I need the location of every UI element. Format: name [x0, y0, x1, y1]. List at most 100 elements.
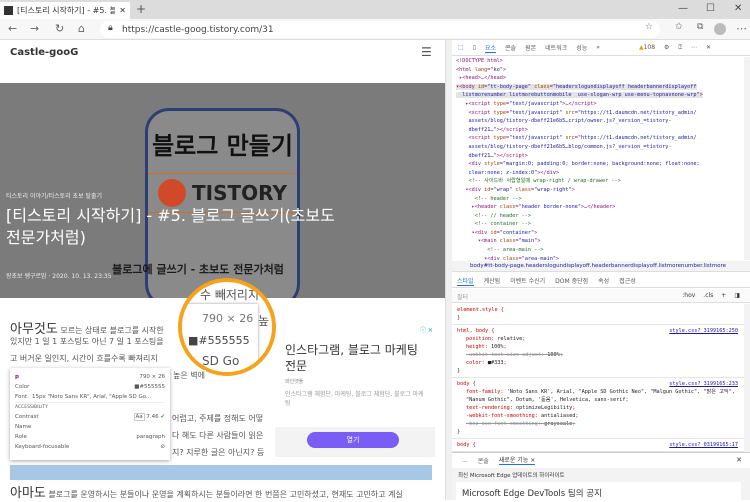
- property-name: font-family: [466, 389, 501, 395]
- inspect-icon[interactable]: ⬚: [458, 44, 464, 51]
- style-rule[interactable]: body {style.css?_03199165:17: [452, 439, 744, 452]
- magnified-text: 높: [258, 314, 270, 328]
- hamburger-menu-icon[interactable]: ☰: [421, 45, 432, 59]
- minimize-button[interactable]: —: [678, 3, 688, 14]
- favicon-icon: [4, 6, 13, 15]
- tab-properties[interactable]: 속성: [598, 276, 609, 285]
- forward-icon[interactable]: →: [30, 22, 39, 35]
- more-menu-icon[interactable]: ⋯: [736, 22, 747, 35]
- paragraph: 아무것도 모르는 상태로 블로그를 시작한: [10, 318, 164, 337]
- element-highlight-overlay: [10, 465, 432, 480]
- magnified-text: 수 빼저리지: [200, 288, 260, 302]
- web-page: Castle-gooG ☰ 블로그 만들기 TISTORY 블로그에 글쓰기 -…: [0, 40, 445, 500]
- styles-pane[interactable]: element.style {} html, body {style.css?_3…: [452, 304, 744, 452]
- collections-icon[interactable]: ⧉: [697, 22, 703, 32]
- style-rule[interactable]: html, body {style.css?_3199165:250 positi…: [452, 325, 744, 378]
- new-tab-button[interactable]: +: [136, 2, 146, 16]
- page-scrollbar[interactable]: [445, 40, 452, 500]
- not-focusable-icon: ⊘: [160, 444, 165, 450]
- more-tabs-button[interactable]: »: [596, 44, 600, 51]
- close-drawer-icon[interactable]: ✕: [736, 456, 742, 464]
- close-window-button[interactable]: ✕: [734, 3, 742, 14]
- dom-scrollbar[interactable]: [744, 57, 750, 260]
- ad-close-icon[interactable]: ⓘ ✕: [420, 325, 433, 334]
- refresh-icon[interactable]: ↻: [55, 22, 64, 35]
- style-property[interactable]: text-rendering: optimizeLegibility;: [457, 404, 739, 412]
- settings-gear-icon[interactable]: ⚙: [664, 44, 669, 51]
- tab-computed[interactable]: 계산됨: [484, 276, 501, 285]
- text-line: 높은 벽에: [172, 370, 206, 381]
- profile-avatar[interactable]: [714, 23, 726, 35]
- home-icon[interactable]: ⌂: [78, 22, 85, 35]
- style-property[interactable]: -moz-osx-font-smoothing: grayscale;: [457, 420, 739, 428]
- feedback-icon[interactable]: ⍰: [678, 44, 682, 52]
- tab-network[interactable]: 네트워크: [545, 43, 567, 52]
- text-line: 모르는 상태로 블로그를 시작한: [60, 326, 164, 335]
- cls-button[interactable]: .cls: [703, 292, 713, 299]
- tab-accessibility[interactable]: 접근성: [619, 276, 636, 285]
- browser-tab[interactable]: [티스토리 시작하기] - #5. 블로그✕: [0, 2, 130, 19]
- rule-selector: element.style {: [457, 307, 504, 313]
- style-property[interactable]: position: relative;: [457, 335, 739, 343]
- style-rule[interactable]: element.style {}: [452, 304, 744, 325]
- hov-button[interactable]: :hov: [682, 292, 695, 299]
- more-options-icon[interactable]: ⋯: [691, 44, 697, 51]
- property-name: -webkit-font-smoothing: [466, 413, 535, 419]
- ad-headline[interactable]: 인스타그램, 블로그 마케팅 전문: [285, 342, 425, 374]
- drawer-tab-whats-new[interactable]: 새로운 기능 ×: [498, 455, 536, 465]
- whats-new-title: Microsoft Edge DevTools 팀의 공지: [456, 482, 741, 502]
- ad-description: 인스타그램 체험단, 마케팅, 블로그 체험단, 블로그 마케팅: [285, 391, 424, 407]
- dom-tree[interactable]: <!DOCTYPE html> <html lang="ko"> ▸<head>…: [452, 57, 744, 260]
- lead-word: 아마도: [10, 486, 46, 500]
- text-line: 다 해도 다른 사람들이 읽은: [172, 431, 264, 440]
- text-line: 있지만 1 일 1 포스팅도 아닌 7 일 1 포스팅을: [10, 337, 164, 346]
- rule-source-link[interactable]: style.css?_03199165:17: [669, 441, 738, 449]
- text-line: 고 버거운 일인지, 시간이 흐를수록 빠져리지: [10, 354, 158, 363]
- rule-source-link[interactable]: style.css?_3199165:250: [669, 327, 738, 335]
- tab-event-listeners[interactable]: 이벤트 수신기: [510, 276, 545, 285]
- tab-dom-breakpoints[interactable]: DOM 중단점: [555, 276, 588, 285]
- new-rule-button[interactable]: +: [721, 292, 726, 299]
- contrast-value: 7.46: [146, 414, 159, 420]
- style-property[interactable]: color: ■#333;: [457, 359, 739, 367]
- blog-name[interactable]: Castle-gooG: [10, 47, 78, 58]
- drawer-tab-console[interactable]: 콘솔: [478, 456, 489, 465]
- tooltip-label: Font: [15, 394, 27, 400]
- style-rule[interactable]: body {style.css?_3199165:233 font-family:…: [452, 378, 744, 439]
- property-name: color: [466, 360, 482, 366]
- close-devtools-icon[interactable]: ✕: [706, 44, 711, 51]
- property-value: grayscale: [544, 421, 573, 427]
- warnings-badge[interactable]: ▲108: [639, 44, 655, 51]
- device-toolbar-icon[interactable]: ▯: [473, 44, 476, 51]
- maximize-button[interactable]: ☐: [706, 3, 715, 14]
- back-icon[interactable]: ←: [8, 22, 17, 35]
- tooltip-tag: p: [15, 374, 19, 380]
- styles-filter-input[interactable]: 필터 :hov .cls + ◨: [452, 289, 750, 303]
- tab-sources[interactable]: 원본: [525, 43, 536, 52]
- favorites-icon[interactable]: ✩: [675, 22, 683, 32]
- property-value: ■#333: [487, 360, 504, 366]
- tab-performance[interactable]: 성능: [576, 43, 587, 52]
- tab-elements[interactable]: 요소: [484, 43, 497, 53]
- style-property[interactable]: -webkit-font-smoothing: antialiased;: [457, 412, 739, 420]
- style-property[interactable]: height: 100%;: [457, 343, 739, 351]
- drawer-more-button[interactable]: ...: [462, 457, 468, 464]
- styles-scrollbar[interactable]: [744, 304, 750, 452]
- favorite-star-icon[interactable]: ☆: [645, 22, 653, 32]
- tooltip-label: Role: [15, 434, 27, 440]
- magnified-font: SD Go: [202, 354, 240, 368]
- rule-source-link[interactable]: style.css?_3199165:233: [669, 380, 738, 388]
- style-property[interactable]: font-family: 'Noto Sans KR', Arial, "App…: [457, 388, 739, 404]
- paragraph: 아마도 블로그를 운영하시는 분들이나 운영을 계획하시는 분들이라면 한 번쯤…: [10, 482, 403, 500]
- advertisement[interactable]: ⓘ ✕ 인스타그램, 블로그 마케팅 전문 파인앳플 인스타그램 체험단, 마케…: [275, 322, 435, 457]
- url-input[interactable]: 🔒︎ https://castle-goog.tistory.com/31: [100, 21, 660, 38]
- ad-open-button[interactable]: 열기: [307, 432, 399, 448]
- style-property[interactable]: -webkit-text-size-adjust: 100%;: [457, 351, 739, 359]
- element-breadcrumb[interactable]: body#tt-body-page.headerslogundisplayoff…: [452, 261, 750, 272]
- property-name: position: [466, 336, 491, 342]
- post-category[interactable]: 티스토리 이야기/티스토리 초보 탈출기: [6, 191, 102, 200]
- tab-console[interactable]: 콘솔: [505, 43, 516, 52]
- close-tab-icon[interactable]: ✕: [119, 6, 126, 15]
- toggle-sidebar-icon[interactable]: ◨: [734, 292, 740, 299]
- tab-styles[interactable]: 스타일: [457, 276, 474, 286]
